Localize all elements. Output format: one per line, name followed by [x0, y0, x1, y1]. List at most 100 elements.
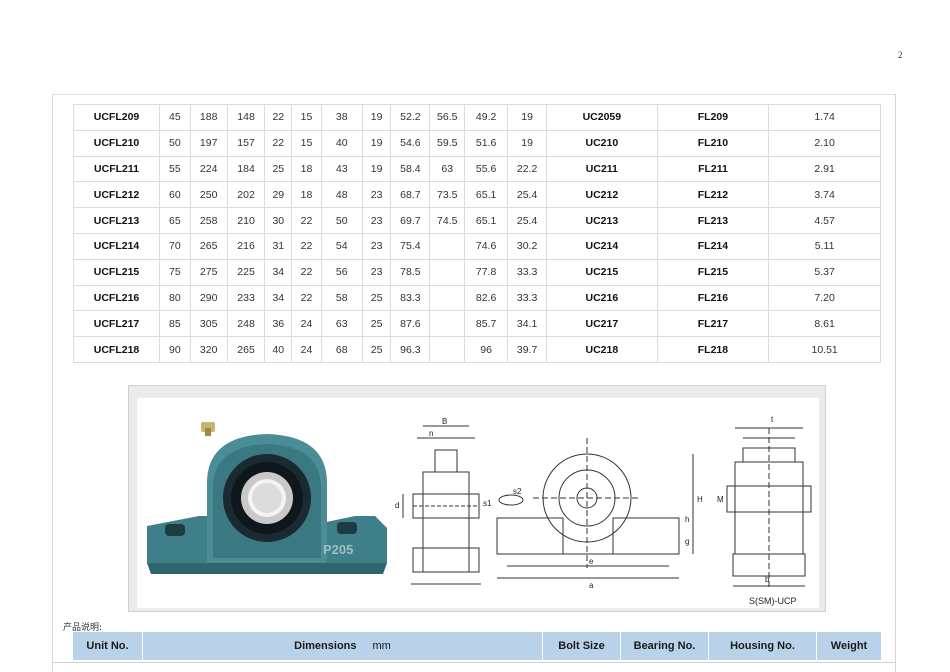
table-cell: UC218 — [546, 336, 658, 363]
table-cell: 54.6 — [390, 129, 431, 157]
table-header-bar: Unit No. Dimensions mm Bolt Size Bearing… — [73, 632, 881, 660]
table-cell: UC215 — [546, 258, 658, 286]
table-cell: 34.1 — [507, 310, 548, 338]
table-cell: 258 — [189, 207, 228, 234]
table-cell: 33.3 — [507, 258, 548, 286]
dim-label-a: a — [589, 581, 594, 590]
table-cell: 225 — [226, 258, 266, 286]
table-cell: 305 — [189, 310, 228, 338]
table-cell: 5.37 — [768, 258, 881, 286]
table-cell: FL216 — [656, 284, 770, 312]
table-cell: 56 — [320, 258, 363, 286]
header-housing-no: Housing No. — [709, 632, 817, 660]
dim-label-t: t — [771, 415, 774, 424]
dim-label-H: H — [697, 495, 703, 504]
header-dimensions-label: Dimensions — [294, 640, 357, 652]
table-cell: UCFL209 — [72, 104, 161, 131]
table-cell: 45 — [159, 104, 191, 131]
table-row: UCFL212 60 250 202 29 18 48 23 68.7 73.5 65.1 25.4 U… — [72, 181, 881, 209]
table-row: UCFL210 50 197 157 22 15 40 19 54.6 59.5 51.6 19 UC2… — [72, 129, 881, 157]
table-cell: UCFL211 — [72, 155, 161, 183]
table-cell: 265 — [189, 232, 228, 260]
table-cell: UCFL217 — [72, 310, 161, 338]
table-row: UCFL215 75 275 225 34 22 56 23 78.5 77.8 33.3 UC215… — [72, 258, 881, 286]
table-cell: 1.74 — [768, 104, 881, 131]
table-cell: UC214 — [546, 232, 658, 260]
dim-label-h: h — [685, 515, 689, 524]
table-cell: 10.51 — [768, 336, 881, 363]
table-cell: 34 — [264, 258, 293, 286]
table-cell: 33.3 — [507, 284, 548, 312]
table-cell: 29 — [264, 181, 293, 209]
table-cell: 63 — [320, 310, 363, 338]
table-cell: 68 — [320, 336, 363, 363]
table-cell: 82.6 — [464, 284, 509, 312]
table-cell: 18 — [291, 155, 322, 183]
table-cell: 25 — [361, 336, 392, 363]
table-cell: 22 — [291, 258, 322, 286]
table-cell: 83.3 — [390, 284, 431, 312]
table-cell: 48 — [320, 181, 363, 209]
table-cell: 265 — [226, 336, 266, 363]
table-cell: 224 — [189, 155, 228, 183]
table-cell: 65.1 — [464, 181, 509, 209]
table-row: UCFL217 85 305 248 36 24 63 25 87.6 85.7 34.1 UC217… — [72, 310, 881, 338]
table-cell: FL213 — [656, 207, 770, 234]
table-cell: 188 — [189, 104, 228, 131]
table-cell: FL214 — [656, 232, 770, 260]
dim-label-b: b — [765, 575, 770, 584]
table-cell: 22 — [264, 129, 293, 157]
table-cell: UCFL212 — [72, 181, 161, 209]
table-cell: FL215 — [656, 258, 770, 286]
table-cell: UC212 — [546, 181, 658, 209]
table-cell: 24 — [291, 336, 322, 363]
bottom-rule — [52, 662, 896, 663]
table-cell: 19 — [361, 129, 392, 157]
table-cell: FL210 — [656, 129, 770, 157]
front-view-drawing — [496, 438, 694, 579]
table-cell: 55.6 — [464, 155, 509, 183]
table-cell — [429, 336, 466, 363]
table-cell: 7.20 — [768, 284, 881, 312]
dim-label-s2: s2 — [513, 487, 522, 496]
table-cell: 2.91 — [768, 155, 881, 183]
table-cell: 70 — [159, 232, 191, 260]
table-cell: 19 — [507, 129, 548, 157]
dim-label-M: M — [717, 495, 724, 504]
table-cell: UC216 — [546, 284, 658, 312]
spec-table-body: UCFL209 45 188 148 22 15 38 19 52.2 56.5 49.2 19 UC2… — [72, 104, 881, 363]
table-cell: 216 — [226, 232, 266, 260]
product-figure: P205 B n d s1 s2 e a H h g t M b S(SM)-U… — [128, 385, 826, 612]
table-cell: 19 — [361, 104, 392, 131]
table-cell: 87.6 — [390, 310, 431, 338]
table-cell: 25 — [361, 310, 392, 338]
table-row: UCFL214 70 265 216 31 22 54 23 75.4 74.6 30.2 UC214… — [72, 232, 881, 260]
table-cell: 85 — [159, 310, 191, 338]
table-cell: 23 — [361, 258, 392, 286]
table-cell: FL218 — [656, 336, 770, 363]
table-cell: FL217 — [656, 310, 770, 338]
header-dimensions-unit: mm — [372, 640, 391, 652]
table-cell: 73.5 — [429, 181, 466, 209]
table-cell: 75 — [159, 258, 191, 286]
table-cell: UCFL213 — [72, 207, 161, 234]
dim-label-d: d — [395, 501, 399, 510]
spec-table: UCFL209 45 188 148 22 15 38 19 52.2 56.5 49.2 19 UC2… — [72, 104, 881, 363]
table-cell: 23 — [361, 207, 392, 234]
table-cell: 22.2 — [507, 155, 548, 183]
table-cell: 39.7 — [507, 336, 548, 363]
side-view-drawing — [402, 425, 481, 585]
table-cell: UCFL218 — [72, 336, 161, 363]
table-cell: 50 — [320, 207, 363, 234]
table-cell: 25 — [264, 155, 293, 183]
table-cell: 50 — [159, 129, 191, 157]
table-cell: 63 — [429, 155, 466, 183]
header-dimensions: Dimensions mm — [143, 632, 543, 660]
table-cell: UC210 — [546, 129, 658, 157]
table-cell: 40 — [264, 336, 293, 363]
table-cell: UCFL215 — [72, 258, 161, 286]
table-cell: 22 — [264, 104, 293, 131]
table-cell: 77.8 — [464, 258, 509, 286]
table-cell: UC213 — [546, 207, 658, 234]
table-cell: 40 — [320, 129, 363, 157]
